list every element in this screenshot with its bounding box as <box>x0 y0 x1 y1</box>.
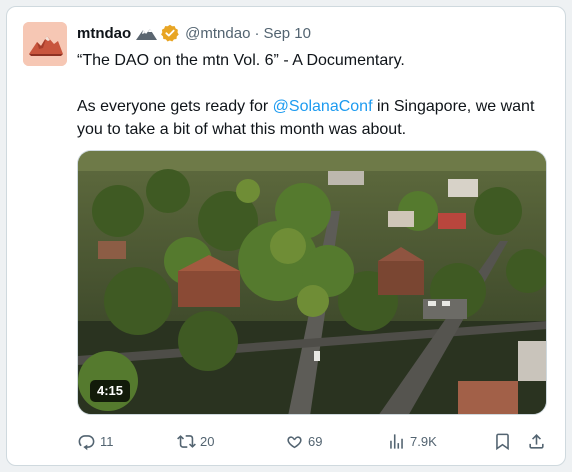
verified-badge-icon[interactable] <box>161 24 179 42</box>
post-date[interactable]: Sep 10 <box>263 25 311 42</box>
reply-count: 11 <box>100 433 114 449</box>
video-player[interactable]: 4:15 <box>77 150 547 415</box>
snowcapped-mountain-icon <box>136 27 158 40</box>
like-button[interactable]: 69 <box>285 431 322 451</box>
bookmark-button[interactable] <box>493 431 512 451</box>
tweet-header: mtndao @mtndao · Sep 10 <box>77 23 311 43</box>
share-icon <box>529 433 544 449</box>
views-chart-icon <box>390 433 403 449</box>
tweet-title-line: “The DAO on the mtn Vol. 6” - A Document… <box>77 52 405 69</box>
share-button[interactable] <box>527 431 546 451</box>
author-name[interactable]: mtndao <box>77 25 131 42</box>
tweet-card[interactable]: mtndao @mtndao · Sep 10 “The DAO on the … <box>6 6 566 466</box>
reply-button[interactable]: 11 <box>77 431 114 451</box>
repost-icon <box>177 434 196 448</box>
reply-icon <box>78 434 95 450</box>
views-count: 7.9K <box>410 433 437 449</box>
mountain-logo-icon <box>23 22 67 66</box>
tweet-text: “The DAO on the mtn Vol. 6” - A Document… <box>77 49 547 141</box>
video-duration: 4:15 <box>90 380 131 402</box>
mention-link[interactable]: @SolanaConf <box>273 98 373 115</box>
action-bar: 11 20 69 7.9K <box>77 431 547 451</box>
tweet-body-paragraph: As everyone gets ready for @SolanaConf i… <box>77 95 547 141</box>
author-avatar[interactable] <box>23 22 67 66</box>
repost-button[interactable]: 20 <box>177 431 214 451</box>
aerial-town-video-thumbnail-icon <box>78 151 546 414</box>
author-handle[interactable]: @mtndao <box>185 25 250 42</box>
repost-count: 20 <box>200 433 215 449</box>
views-button[interactable]: 7.9K <box>387 431 437 451</box>
like-count: 69 <box>308 433 323 449</box>
tweet-body-start: As everyone gets ready for <box>77 98 273 115</box>
heart-icon <box>287 435 302 448</box>
separator-dot: · <box>254 24 260 42</box>
bookmark-icon <box>496 433 509 450</box>
